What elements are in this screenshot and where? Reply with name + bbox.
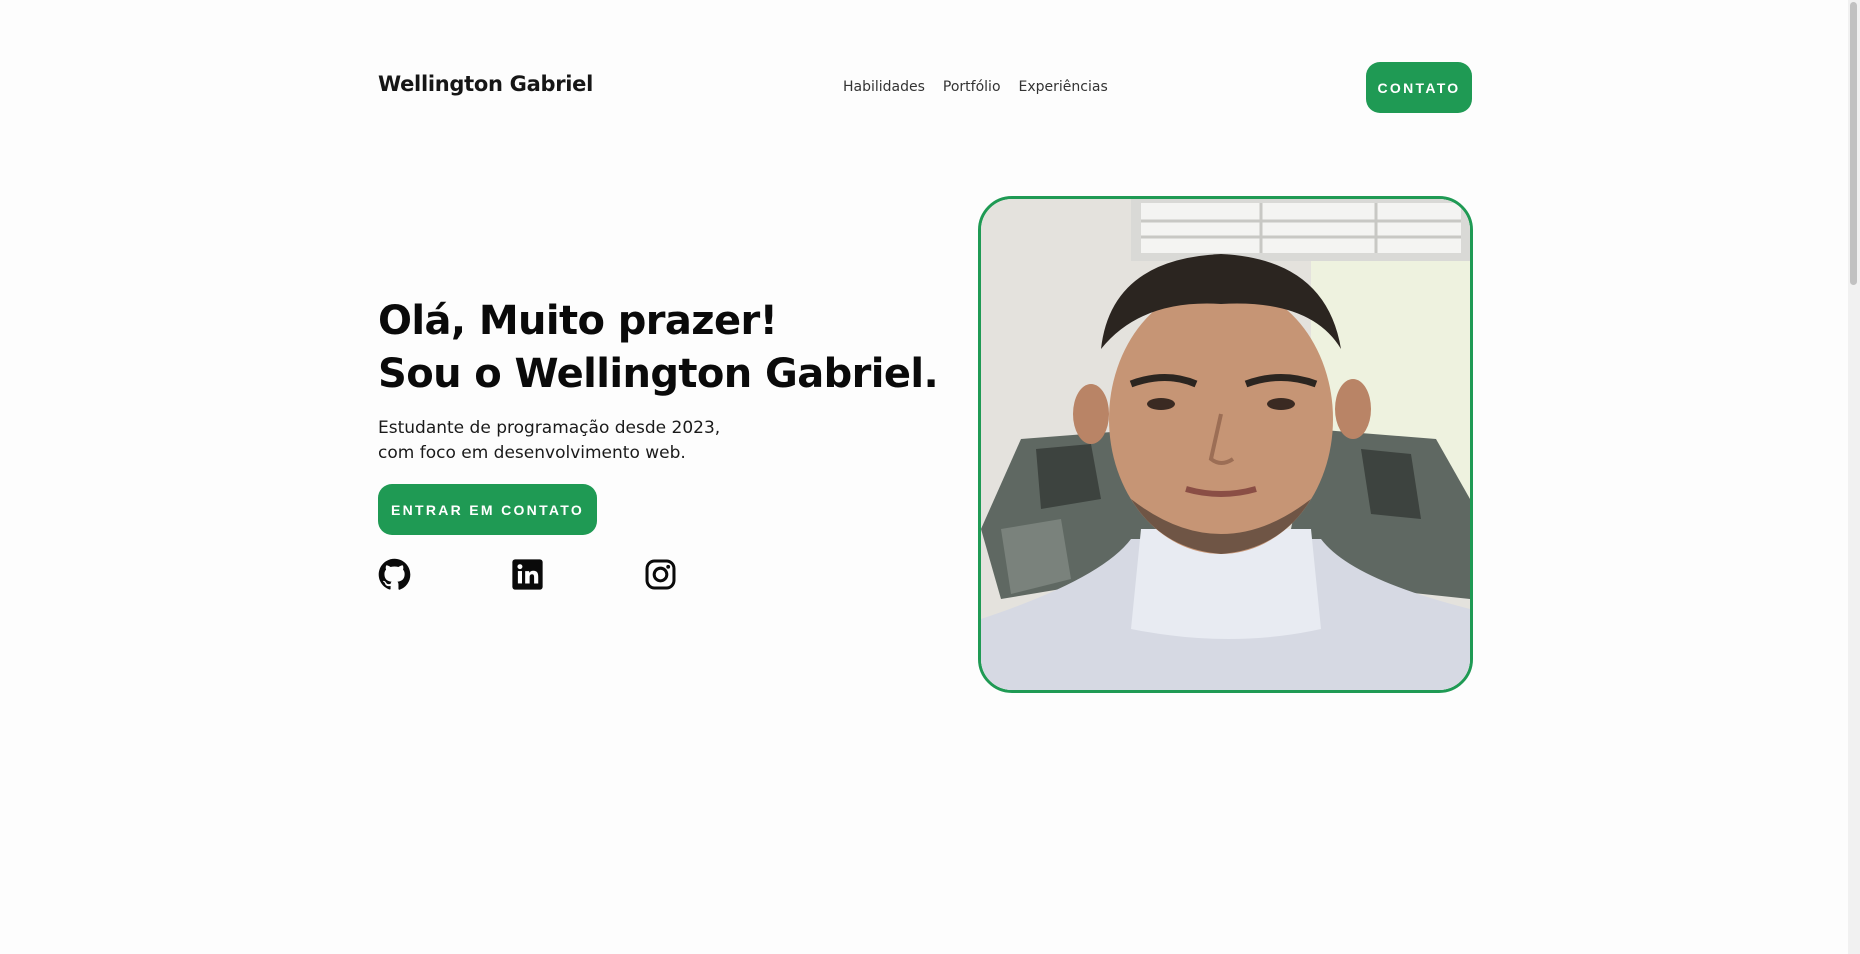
nav-link-experiencias[interactable]: Experiências xyxy=(1019,79,1108,95)
hero-subtitle: Estudante de programação desde 2023, com… xyxy=(378,416,720,466)
hero-title-line2: Sou o Wellington Gabriel. xyxy=(378,351,939,397)
brand-logo[interactable]: Wellington Gabriel xyxy=(378,72,593,96)
main-nav: Habilidades Portfólio Experiências xyxy=(843,79,1108,95)
hero-subtitle-line2: com foco em desenvolvimento web. xyxy=(378,443,686,463)
page-scrollbar[interactable] xyxy=(1848,0,1860,954)
instagram-icon[interactable] xyxy=(644,558,677,591)
portrait-image xyxy=(981,199,1470,690)
profile-photo xyxy=(978,196,1473,693)
social-links xyxy=(378,558,677,591)
linkedin-icon[interactable] xyxy=(511,558,544,591)
cta-contact-button[interactable]: ENTRAR EM CONTATO xyxy=(378,484,597,535)
contact-button[interactable]: CONTATO xyxy=(1366,62,1472,113)
hero-subtitle-line1: Estudante de programação desde 2023, xyxy=(378,418,721,438)
scrollbar-thumb[interactable] xyxy=(1850,2,1857,285)
nav-link-portfolio[interactable]: Portfólio xyxy=(943,79,1001,95)
page: Wellington Gabriel Habilidades Portfólio… xyxy=(0,0,1860,954)
nav-link-habilidades[interactable]: Habilidades xyxy=(843,79,925,95)
github-icon[interactable] xyxy=(378,558,411,591)
hero-title-line1: Olá, Muito prazer! xyxy=(378,298,778,344)
hero-title: Olá, Muito prazer! Sou o Wellington Gabr… xyxy=(378,295,939,401)
